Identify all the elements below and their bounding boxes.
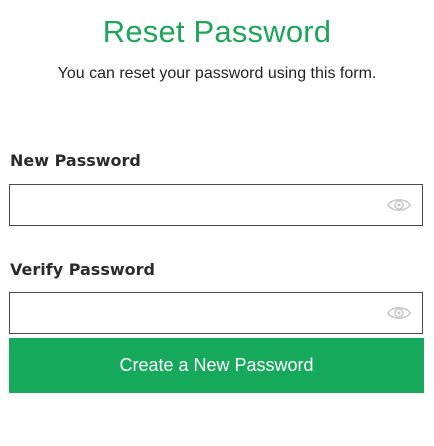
new-password-input[interactable] <box>10 185 380 225</box>
new-password-field-wrapper <box>9 184 423 226</box>
page-title: Reset Password <box>102 14 332 49</box>
eye-icon-graphic <box>387 198 411 212</box>
eye-icon[interactable] <box>386 303 412 323</box>
eye-icon[interactable] <box>386 195 412 215</box>
verify-password-field-wrapper <box>9 292 423 334</box>
page-subtitle: You can reset your password using this f… <box>57 65 377 82</box>
new-password-label: New Password <box>10 151 141 170</box>
verify-password-input[interactable] <box>10 293 380 333</box>
create-new-password-button[interactable]: Create a New Password <box>9 338 424 393</box>
verify-password-label: Verify Password <box>10 260 155 279</box>
reset-password-form: Reset Password You can reset your passwo… <box>0 0 434 446</box>
eye-icon-graphic <box>387 306 411 320</box>
